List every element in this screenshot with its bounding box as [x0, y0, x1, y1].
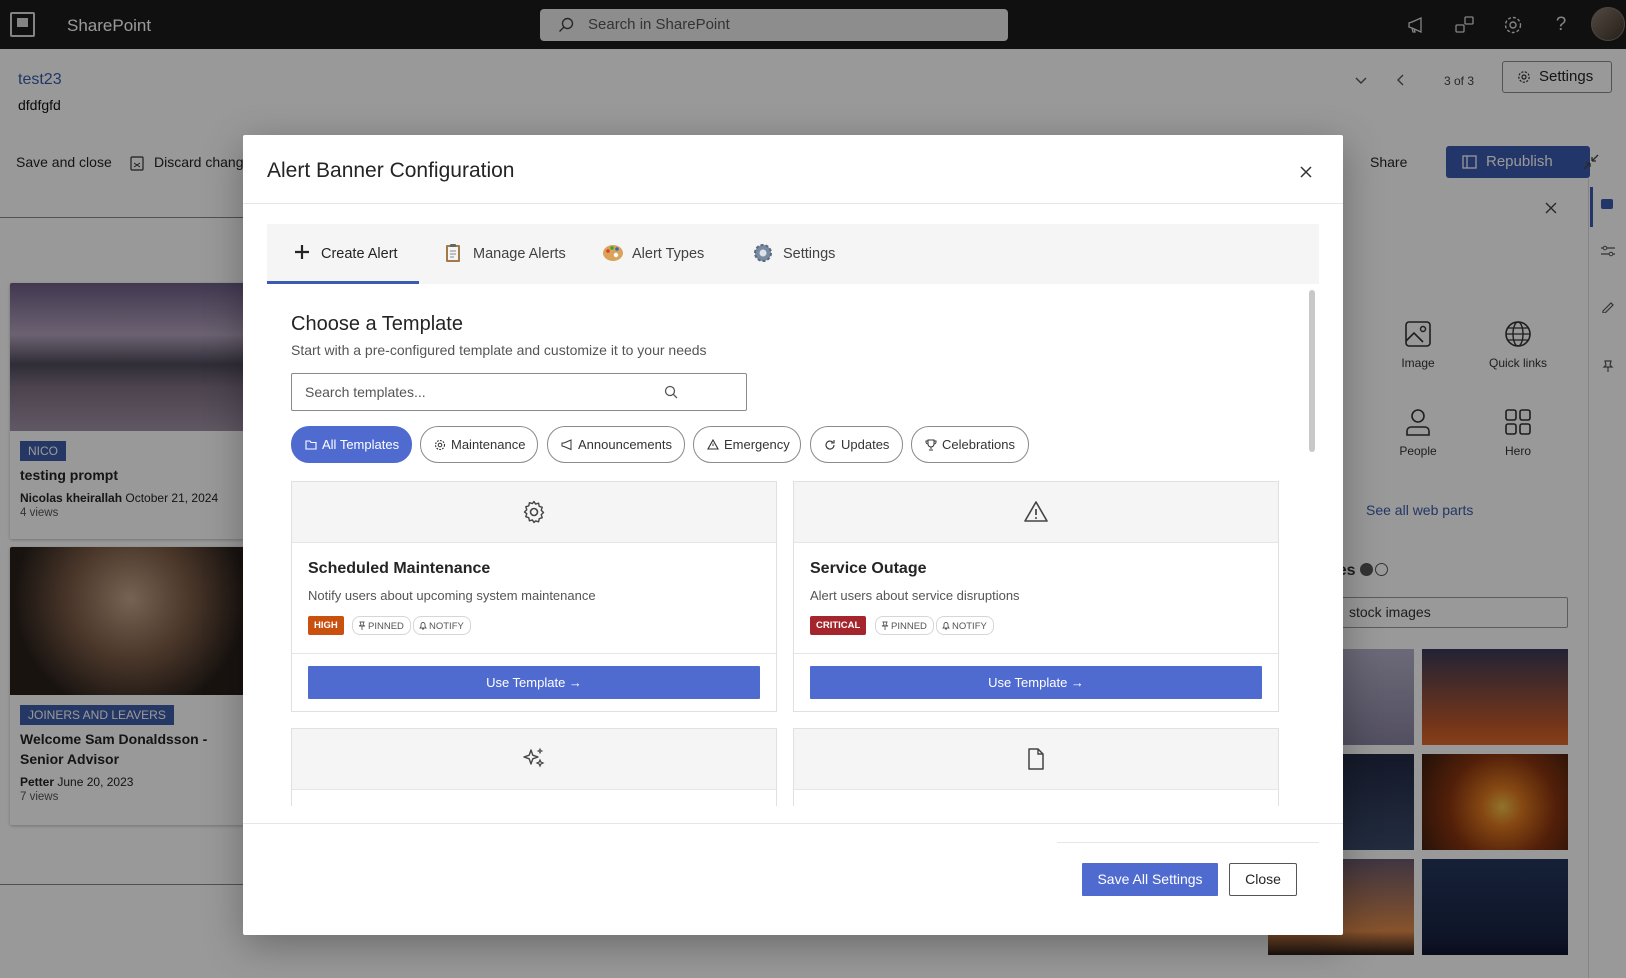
tab-label: Alert Types [632, 246, 705, 262]
document-icon [1028, 748, 1044, 770]
badge-label: NOTIFY [429, 621, 464, 632]
template-card-divider [794, 653, 1278, 654]
tab-settings[interactable]: Settings [753, 224, 835, 284]
template-card-header [794, 729, 1278, 790]
template-description: Notify users about upcoming system maint… [308, 588, 596, 603]
template-name: Scheduled Maintenance [308, 560, 491, 577]
tab-label: Create Alert [321, 246, 398, 262]
sparkle-icon [523, 747, 545, 768]
badge-label: PINNED [368, 621, 404, 632]
trophy-icon [925, 439, 937, 451]
plus-icon [293, 243, 311, 261]
dialog-header-divider [243, 203, 1343, 204]
clipboard-icon [443, 243, 463, 263]
close-icon[interactable] [1295, 161, 1317, 183]
tab-active-indicator [267, 281, 419, 284]
palette-icon [602, 243, 624, 263]
filter-label: Updates [841, 437, 890, 452]
priority-badge: CRITICAL [810, 616, 867, 635]
refresh-icon [824, 439, 836, 451]
bell-icon [419, 621, 427, 630]
notify-badge: NOTIFY [936, 616, 994, 635]
dialog-tabs: Create Alert Manage Alerts Alert Types S… [267, 224, 1319, 284]
folder-icon [305, 439, 317, 450]
megaphone-icon [561, 439, 574, 451]
pin-icon [881, 621, 889, 630]
priority-badge: HIGH [308, 616, 344, 635]
filter-label: Celebrations [942, 437, 1015, 452]
template-card[interactable] [291, 728, 777, 806]
template-search-placeholder: Search templates... [305, 384, 426, 400]
template-card-divider [292, 653, 776, 654]
close-button[interactable]: Close [1229, 863, 1297, 896]
tab-alert-types[interactable]: Alert Types [602, 224, 704, 284]
filter-all-templates[interactable]: All Templates [291, 426, 412, 463]
warning-icon [1024, 501, 1048, 522]
filter-maintenance[interactable]: Maintenance [420, 426, 538, 463]
pinned-badge: PINNED [875, 616, 934, 635]
save-all-settings-button[interactable]: Save All Settings [1082, 863, 1218, 896]
footer-accent-divider [1057, 842, 1319, 843]
filter-label: Emergency [724, 437, 790, 452]
filter-label: Maintenance [451, 437, 526, 452]
gear-icon [523, 500, 545, 524]
template-name: Service Outage [810, 560, 927, 577]
template-card-header [292, 729, 776, 790]
template-search-input[interactable]: Search templates... [291, 373, 747, 411]
gear-icon [434, 439, 446, 451]
filter-celebrations[interactable]: Celebrations [911, 426, 1029, 463]
badge-label: NOTIFY [952, 621, 987, 632]
tab-create-alert[interactable]: Create Alert [293, 224, 398, 284]
bell-icon [942, 621, 950, 630]
tab-label: Manage Alerts [473, 246, 566, 262]
pinned-badge: PINNED [352, 616, 411, 635]
use-template-button[interactable]: Use Template → [810, 666, 1262, 699]
tab-manage-alerts[interactable]: Manage Alerts [443, 224, 566, 284]
filter-label: All Templates [322, 437, 400, 452]
dialog-footer-divider [243, 823, 1343, 824]
template-card-header [292, 482, 776, 543]
tab-label: Settings [783, 246, 836, 262]
pin-icon [358, 621, 366, 630]
badge-label: PINNED [891, 621, 927, 632]
warning-icon [707, 439, 719, 450]
search-icon [664, 385, 678, 399]
template-card-header [794, 482, 1278, 543]
filter-label: Announcements [578, 437, 672, 452]
scrollbar-thumb[interactable] [1309, 290, 1315, 452]
template-card[interactable] [793, 728, 1279, 806]
notify-badge: NOTIFY [413, 616, 471, 635]
gear-icon [753, 243, 773, 263]
filter-announcements[interactable]: Announcements [547, 426, 685, 463]
template-card[interactable]: Service Outage Alert users about service… [793, 481, 1279, 712]
alert-banner-dialog: Alert Banner Configuration Create Alert … [243, 135, 1343, 935]
filter-emergency[interactable]: Emergency [693, 426, 801, 463]
create-alert-panel: Choose a Template Start with a pre-confi… [267, 286, 1319, 806]
filter-updates[interactable]: Updates [810, 426, 903, 463]
template-description: Alert users about service disruptions [810, 588, 1020, 603]
section-heading: Choose a Template [291, 313, 463, 335]
template-card[interactable]: Scheduled Maintenance Notify users about… [291, 481, 777, 712]
use-template-button[interactable]: Use Template → [308, 666, 760, 699]
section-subheading: Start with a pre-configured template and… [291, 342, 707, 358]
dialog-title: Alert Banner Configuration [267, 159, 515, 182]
